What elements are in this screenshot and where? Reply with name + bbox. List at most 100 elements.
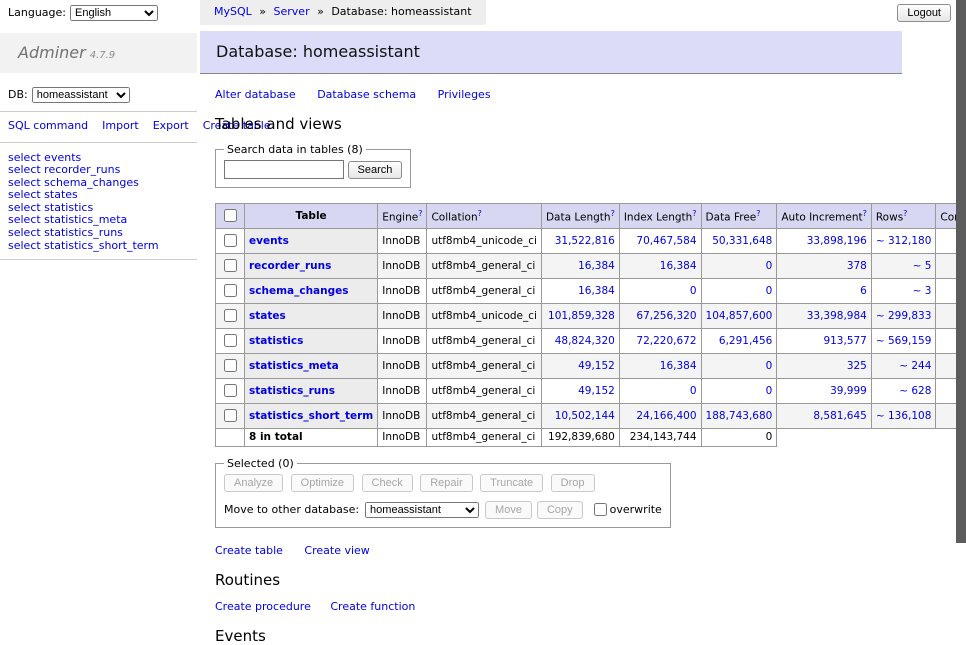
data-free-cell: 104,857,600 [701,304,777,329]
search-button[interactable]: Search [348,161,403,179]
table-row: statistics InnoDB utf8mb4_general_ci 48,… [216,329,966,354]
rows-count-cell[interactable]: ~ 312,180 [871,229,936,254]
create-procedure-link[interactable]: Create procedure [215,600,311,613]
rows-count-cell[interactable]: ~ 244 [871,354,936,379]
index-length-cell: 67,256,320 [619,304,701,329]
select-all-checkbox[interactable] [224,209,237,222]
table-name-link[interactable]: recorder_runs [249,260,331,272]
analyze-button[interactable]: Analyze [224,474,283,492]
help-link[interactable]: ? [611,209,615,218]
copy-button[interactable]: Copy [537,501,583,519]
table-row: schema_changes InnoDB utf8mb4_general_ci… [216,279,966,304]
collation-cell: utf8mb4_general_ci [427,379,541,404]
column-header-data-free: Data Free? [701,204,777,229]
engine-cell: InnoDB [378,354,427,379]
check-button[interactable]: Check [362,474,413,492]
table-name-link[interactable]: statistics_runs [249,385,335,397]
language-select[interactable]: English [70,5,158,21]
engine-cell: InnoDB [378,229,427,254]
language-row: Language:English [0,0,197,25]
sidebar: Language:English Adminer4.7.9 DB:homeass… [0,0,197,260]
privileges-link[interactable]: Privileges [438,88,491,101]
help-link[interactable]: ? [692,209,696,218]
move-button[interactable]: Move [485,501,532,519]
create-function-link[interactable]: Create function [330,600,415,613]
overwrite-checkbox[interactable] [594,503,607,516]
rows-count-cell[interactable]: ~ 299,833 [871,304,936,329]
create-view-link[interactable]: Create view [304,544,369,557]
sidebar-link-export[interactable]: Export [153,119,189,132]
breadcrumb-link-server[interactable]: Server [274,5,310,18]
db-selector-row: DB:homeassistant [0,73,197,112]
row-checkbox[interactable] [224,284,237,297]
sidebar-link-import[interactable]: Import [102,119,139,132]
row-checkbox-cell [216,229,245,254]
table-name-cell: recorder_runs [245,254,378,279]
row-checkbox[interactable] [224,234,237,247]
total-row-empty-cell [216,429,245,447]
rows-count-cell[interactable]: ~ 569,159 [871,329,936,354]
tables-overview-table: Table Engine? Collation? Data Length? In… [215,203,966,447]
data-free-cell: 0 [701,279,777,304]
row-checkbox[interactable] [224,409,237,422]
scrollbar-thumb[interactable] [956,0,966,543]
row-checkbox[interactable] [224,309,237,322]
help-link[interactable]: ? [418,209,422,218]
optimize-button[interactable]: Optimize [291,474,354,492]
move-db-select[interactable]: homeassistant [365,502,479,518]
table-name-link[interactable]: statistics_meta [249,360,339,372]
truncate-button[interactable]: Truncate [480,474,543,492]
sidebar-link-sql-command[interactable]: SQL command [8,119,88,132]
table-name-link[interactable]: events [249,235,289,247]
db-select[interactable]: homeassistant [32,87,130,103]
overwrite-label: overwrite [610,503,662,516]
index-length-cell: 0 [619,379,701,404]
rows-count-cell[interactable]: ~ 5 [871,254,936,279]
sidebar-item-select-recorder-runs[interactable]: select recorder_runs [8,164,189,177]
data-length-cell: 48,824,320 [541,329,619,354]
help-link[interactable]: ? [863,209,867,218]
table-row: events InnoDB utf8mb4_unicode_ci 31,522,… [216,229,966,254]
logout-button[interactable]: Logout [897,4,951,22]
table-name-link[interactable]: schema_changes [249,285,349,297]
column-header-index-length: Index Length? [619,204,701,229]
app-version: 4.7.9 [90,50,115,61]
row-checkbox[interactable] [224,359,237,372]
row-checkbox[interactable] [224,384,237,397]
help-link[interactable]: ? [756,209,760,218]
engine-cell: InnoDB [378,404,427,429]
help-link[interactable]: ? [903,209,907,218]
breadcrumb-link-mysql[interactable]: MySQL [214,5,252,18]
data-length-cell: 16,384 [541,279,619,304]
data-free-cell: 0 [701,354,777,379]
sidebar-item-select-statistics-short-term[interactable]: select statistics_short_term [8,240,189,253]
rows-count-cell[interactable]: ~ 3 [871,279,936,304]
rows-count-cell[interactable]: ~ 628 [871,379,936,404]
data-free-cell: 188,743,680 [701,404,777,429]
total-data-length: 192,839,680 [541,429,619,447]
sidebar-item-select-statistics-runs[interactable]: select statistics_runs [8,227,189,240]
routines-links-row: Create procedure Create function [215,600,902,613]
repair-button[interactable]: Repair [420,474,472,492]
database-schema-link[interactable]: Database schema [317,88,416,101]
main-content: MySQL » Server » Database: homeassistant… [200,0,902,645]
table-row: recorder_runs InnoDB utf8mb4_general_ci … [216,254,966,279]
sidebar-item-select-states[interactable]: select states [8,189,189,202]
auto-increment-cell: 33,898,196 [777,229,872,254]
table-name-link[interactable]: statistics_short_term [249,410,373,422]
alter-database-link[interactable]: Alter database [215,88,296,101]
drop-button[interactable]: Drop [551,474,595,492]
search-input[interactable] [224,160,344,179]
sidebar-actions: SQL commandImportExportCreate table [0,112,197,143]
engine-cell: InnoDB [378,379,427,404]
row-checkbox[interactable] [224,259,237,272]
table-name-link[interactable]: statistics [249,335,303,347]
index-length-cell: 0 [619,279,701,304]
help-link[interactable]: ? [478,209,482,218]
table-name-link[interactable]: states [249,310,286,322]
rows-count-cell[interactable]: ~ 136,108 [871,404,936,429]
create-table-link[interactable]: Create table [215,544,283,557]
vertical-scrollbar[interactable] [956,0,966,543]
data-length-cell: 49,152 [541,379,619,404]
row-checkbox[interactable] [224,334,237,347]
